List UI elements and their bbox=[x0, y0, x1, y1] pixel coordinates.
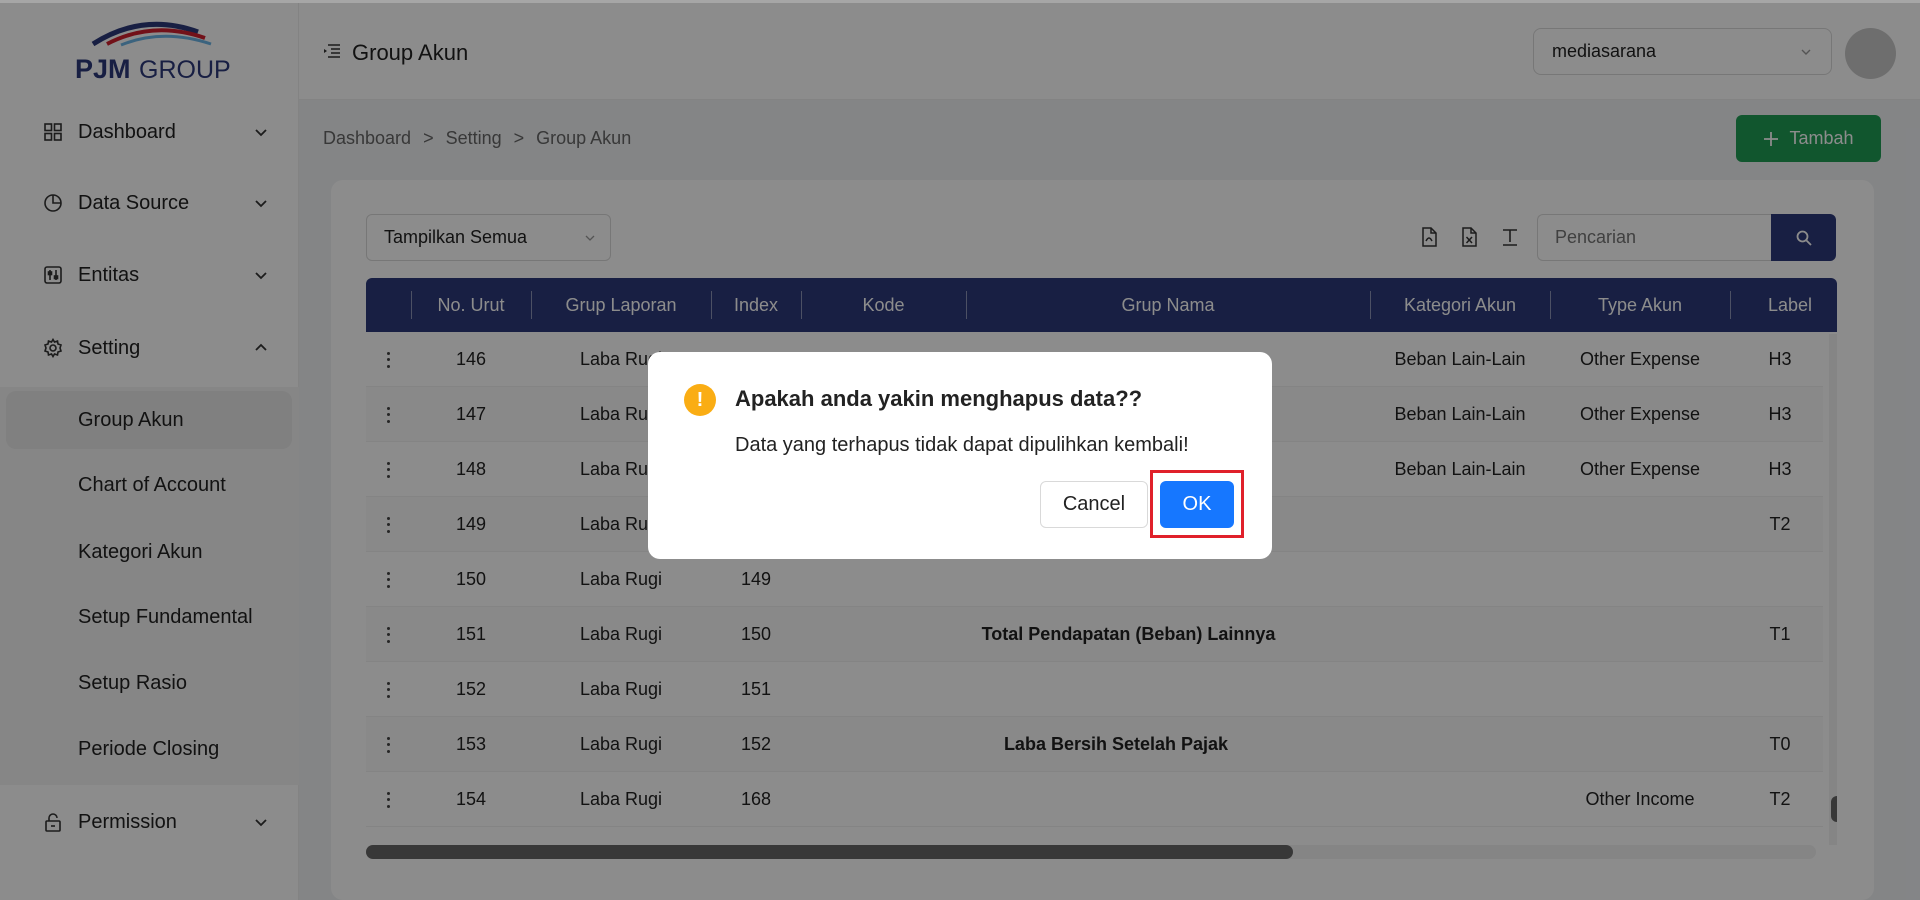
top-border-line bbox=[0, 0, 1920, 3]
dialog-message: Data yang terhapus tidak dapat dipulihka… bbox=[735, 434, 1189, 456]
ok-button[interactable]: OK bbox=[1160, 481, 1234, 528]
cancel-button[interactable]: Cancel bbox=[1040, 481, 1148, 528]
warning-icon: ! bbox=[684, 384, 716, 416]
delete-confirm-dialog: ! Apakah anda yakin menghapus data?? Dat… bbox=[648, 352, 1272, 559]
dialog-title: Apakah anda yakin menghapus data?? bbox=[735, 386, 1143, 411]
